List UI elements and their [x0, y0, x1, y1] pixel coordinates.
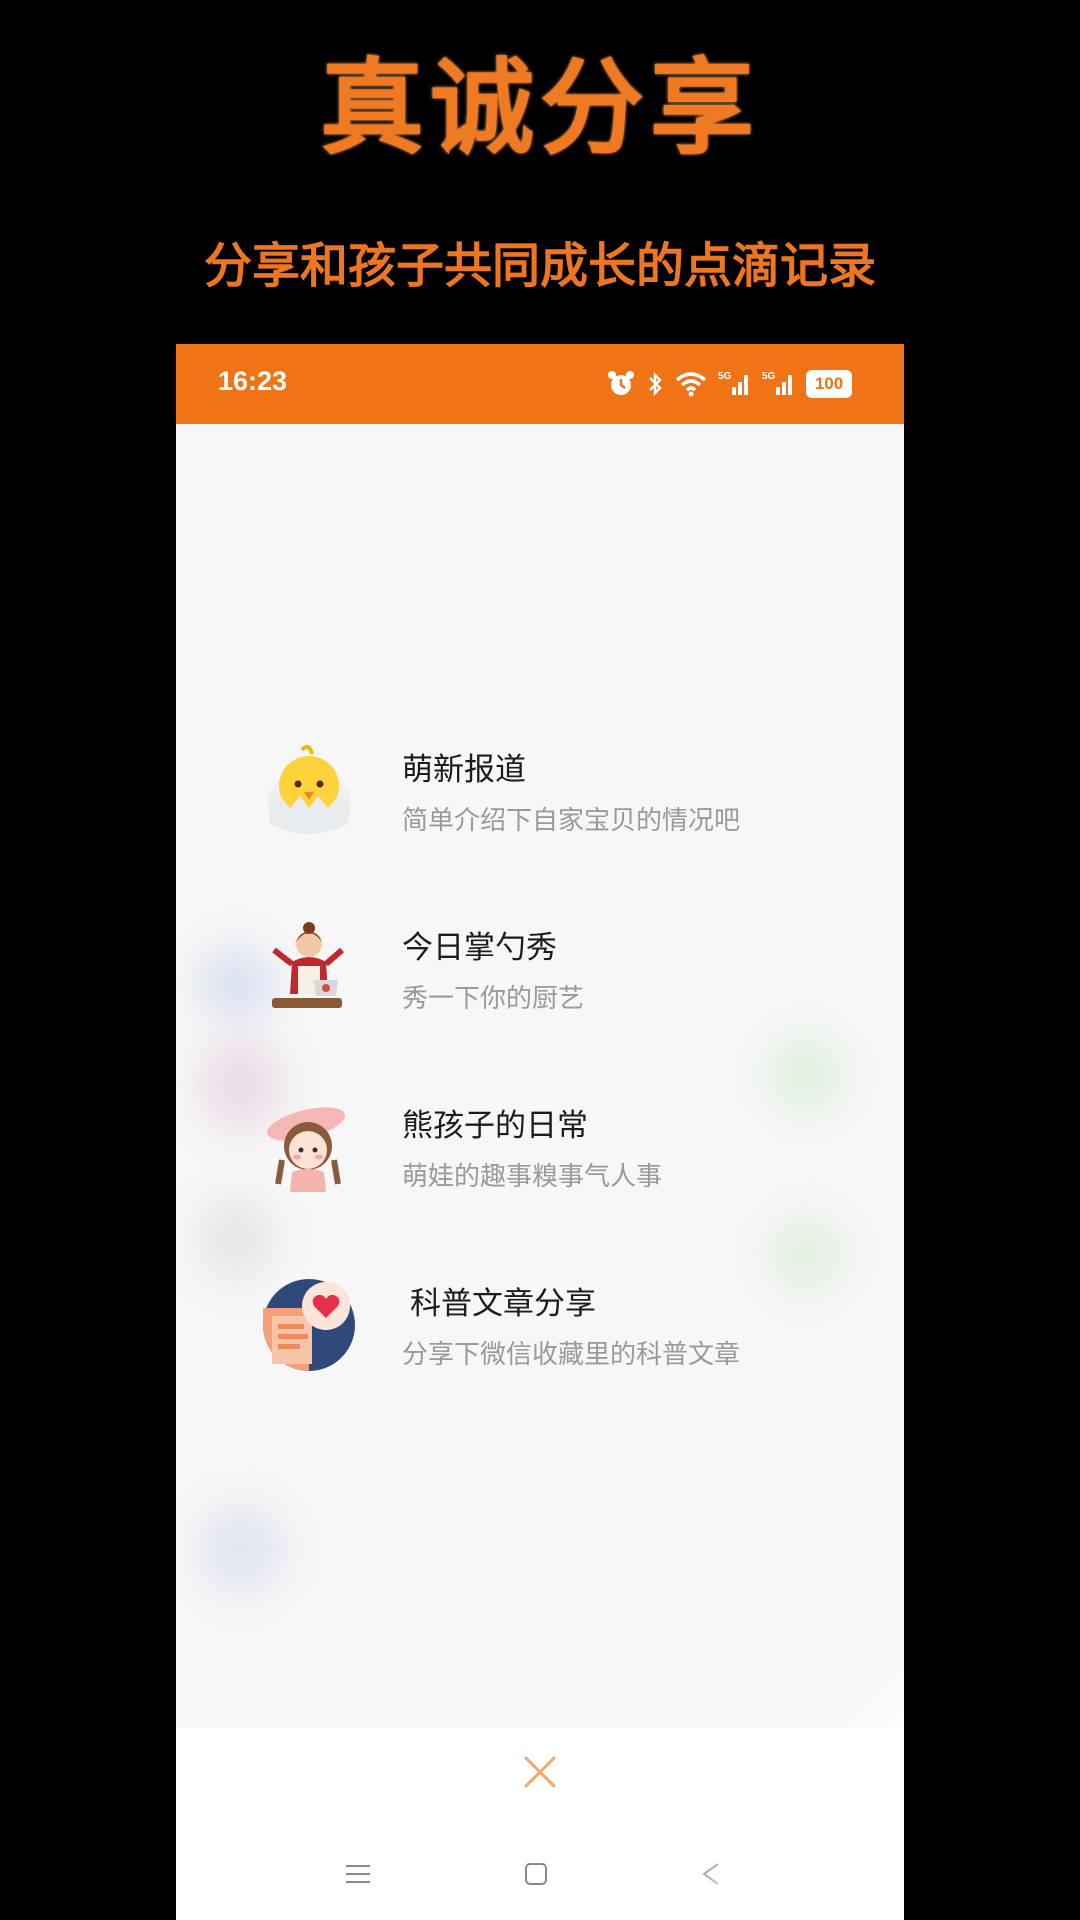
menu-item-kids-daily[interactable]: 熊孩子的日常 萌娃的趣事糗事气人事 — [262, 1100, 862, 1278]
promo-title: 真诚分享 — [319, 47, 760, 169]
menu-item-desc: 简单介绍下自家宝贝的情况吧 — [402, 806, 741, 836]
menu-item-title: 熊孩子的日常 — [402, 1108, 588, 1144]
alarm-icon — [608, 371, 634, 395]
status-time: 16:23 — [218, 366, 288, 396]
menu-item-desc: 萌娃的趣事糗事气人事 — [402, 1162, 663, 1192]
battery-icon: 100 — [806, 370, 852, 398]
svg-text:5G: 5G — [718, 371, 732, 382]
menu-item-title: 科普文章分享 — [410, 1286, 596, 1322]
home-icon[interactable] — [522, 1860, 550, 1888]
close-button[interactable] — [516, 1748, 564, 1796]
signal-5g-icon: 5G — [718, 371, 748, 395]
signal-5g-icon: 5G — [762, 371, 792, 395]
promo-subtitle: 分享和孩子共同成长的点滴记录 — [203, 238, 876, 294]
chef-icon — [272, 922, 344, 1008]
menu-item-title: 今日掌勺秀 — [402, 930, 557, 966]
menu-item-desc: 分享下微信收藏里的科普文章 — [402, 1340, 741, 1370]
wifi-icon — [675, 372, 707, 397]
menu-item-desc: 秀一下你的厨艺 — [402, 984, 585, 1014]
article-heart-icon — [263, 1279, 355, 1371]
blurred-background — [196, 1504, 286, 1594]
menu-item-cooking-show[interactable]: 今日掌勺秀 秀一下你的厨艺 — [262, 922, 862, 1100]
status-bar: 16:23 5G 5G 100 — [176, 344, 904, 424]
corner-fade — [684, 1660, 904, 1920]
menu-item-science-articles[interactable]: 科普文章分享 分享下微信收藏里的科普文章 — [262, 1278, 862, 1456]
girl-icon — [267, 1107, 345, 1192]
chick-icon — [267, 744, 351, 834]
bluetooth-icon — [649, 371, 662, 397]
bottom-bar — [176, 1660, 904, 1920]
status-icons: 5G 5G 100 — [606, 364, 852, 404]
menu-icon[interactable] — [344, 1860, 372, 1888]
phone-screen: 16:23 5G 5G 100 萌新报道 简单介绍下自家宝贝的情况吧 今日掌勺秀… — [176, 344, 904, 1920]
share-menu: 萌新报道 简单介绍下自家宝贝的情况吧 今日掌勺秀 秀一下你的厨艺 熊孩子的日常 … — [262, 744, 862, 1456]
menu-item-new-arrival[interactable]: 萌新报道 简单介绍下自家宝贝的情况吧 — [262, 744, 862, 922]
svg-text:5G: 5G — [762, 371, 776, 382]
menu-item-title: 萌新报道 — [402, 752, 526, 788]
